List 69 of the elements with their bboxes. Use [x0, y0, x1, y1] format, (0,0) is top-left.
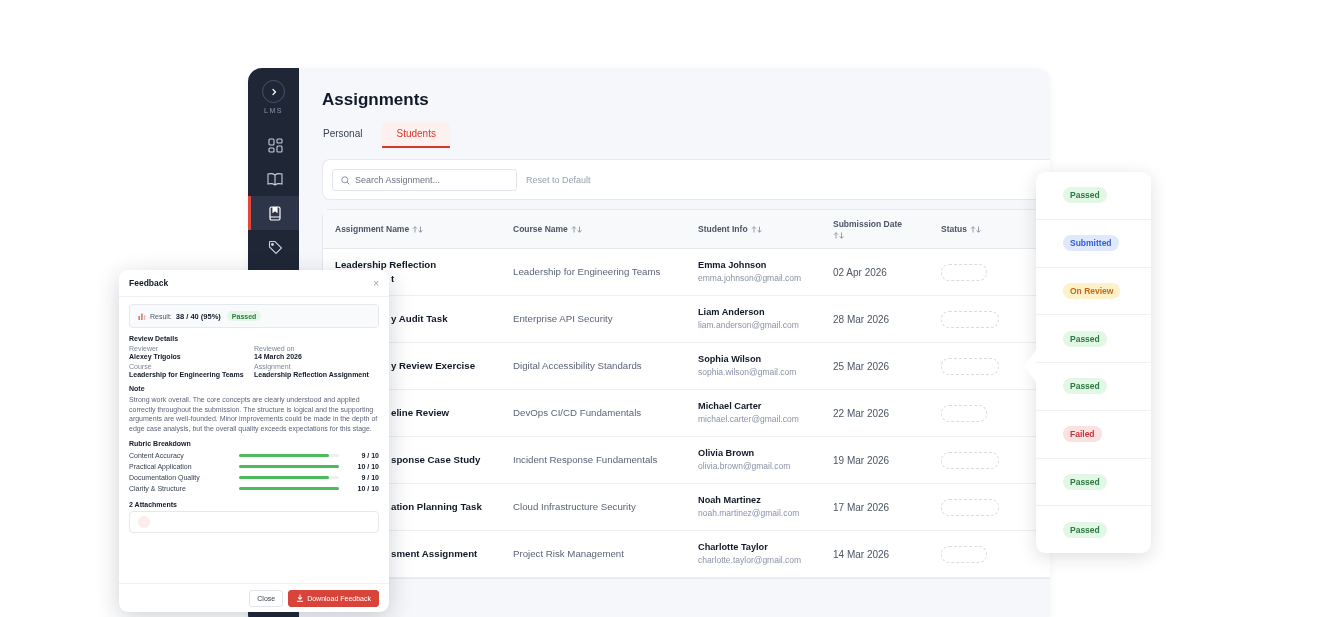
column-header[interactable]: Status [929, 210, 1050, 248]
status-badge[interactable]: Passed [1063, 521, 1107, 538]
student-name: Noah Martinez [698, 494, 762, 507]
sort-icon [570, 225, 583, 233]
tab[interactable]: Students [382, 122, 450, 148]
course-name: Project Risk Management [513, 547, 625, 561]
assignment-name: Leadership Reflection [335, 258, 437, 272]
status-badge[interactable]: Passed [1063, 187, 1107, 204]
chevron-right-icon [269, 87, 278, 96]
assignments-nav-item[interactable] [248, 196, 299, 230]
status-badge[interactable]: Passed [1063, 378, 1107, 395]
column-header[interactable]: Student Info [686, 210, 821, 248]
student-name: Olivia Brown [698, 447, 756, 460]
status-badge[interactable]: Passed [1063, 330, 1107, 347]
student-name: Liam Anderson [698, 306, 766, 319]
status-badge[interactable]: On Review [1063, 282, 1121, 299]
course-name: Digital Accessibility Standards [513, 359, 643, 373]
close-button[interactable]: × [373, 277, 379, 289]
assignment-name: t [391, 272, 395, 286]
column-header[interactable]: Course Name [501, 210, 686, 248]
assignment-name: ation Planning Task [391, 500, 482, 514]
search-field[interactable]: Search Assignment... [332, 168, 517, 191]
sort-icon [833, 232, 845, 239]
submission-date: 22 Mar 2026 [833, 407, 891, 419]
student-email: emma.johnson@gmail.com [698, 272, 803, 285]
submission-date: 02 Apr 2026 [833, 266, 888, 278]
book-icon [267, 172, 283, 186]
submission-date: 17 Mar 2026 [833, 501, 891, 513]
course-name: Enterprise API Security [513, 312, 614, 326]
assignment-name: eline Review [391, 406, 450, 420]
student-name: Charlotte Taylor [698, 541, 769, 554]
status-badge[interactable]: Failed [1063, 426, 1102, 443]
bookmark-book-icon [268, 205, 282, 221]
course-name: Cloud Infrastructure Security [513, 500, 637, 514]
submission-date: 14 Mar 2026 [833, 548, 891, 560]
course-name: Leadership for Engineering Teams [513, 265, 662, 279]
sort-icon [412, 225, 425, 233]
student-name: Emma Johnson [698, 259, 768, 272]
download-icon [296, 594, 305, 602]
submission-date: 28 Mar 2026 [833, 313, 891, 325]
status-badge[interactable]: Passed [1063, 473, 1107, 490]
student-email: olivia.brown@gmail.com [698, 460, 792, 473]
sort-icon [970, 225, 982, 233]
sort-icon [750, 225, 763, 233]
student-email: sophia.wilson@gmail.com [698, 366, 798, 379]
assignment-name: sment Assignment [391, 547, 478, 561]
student-email: noah.martinez@gmail.com [698, 507, 801, 520]
assignment-name: y Review Exercise [391, 359, 476, 373]
assignment-name: sponse Case Study [391, 453, 481, 467]
submission-date: 19 Mar 2026 [833, 454, 891, 466]
tab[interactable]: Personal [322, 122, 377, 148]
column-header[interactable]: Assignment Name [323, 210, 501, 248]
bar-chart-icon [138, 312, 146, 320]
student-email: michael.carter@gmail.com [698, 413, 800, 426]
student-email: charlotte.taylor@gmail.com [698, 554, 803, 567]
submission-date: 25 Mar 2026 [833, 360, 891, 372]
course-name: Incident Response Fundamentals [513, 453, 659, 467]
tag-icon [267, 239, 283, 255]
student-name: Michael Carter [698, 400, 763, 413]
dialog-title: Feedback [129, 278, 169, 288]
column-header[interactable]: Submission Date [821, 210, 929, 248]
student-name: Sophia Wilson [698, 353, 763, 366]
grid-icon [267, 137, 283, 153]
status-badge[interactable]: Submitted [1063, 235, 1119, 252]
search-icon [341, 175, 350, 185]
page-title: Assignments [322, 90, 430, 110]
student-email: liam.anderson@gmail.com [698, 319, 800, 332]
assignment-name: y Audit Task [391, 312, 448, 326]
course-name: DevOps CI/CD Fundamentals [513, 406, 643, 420]
